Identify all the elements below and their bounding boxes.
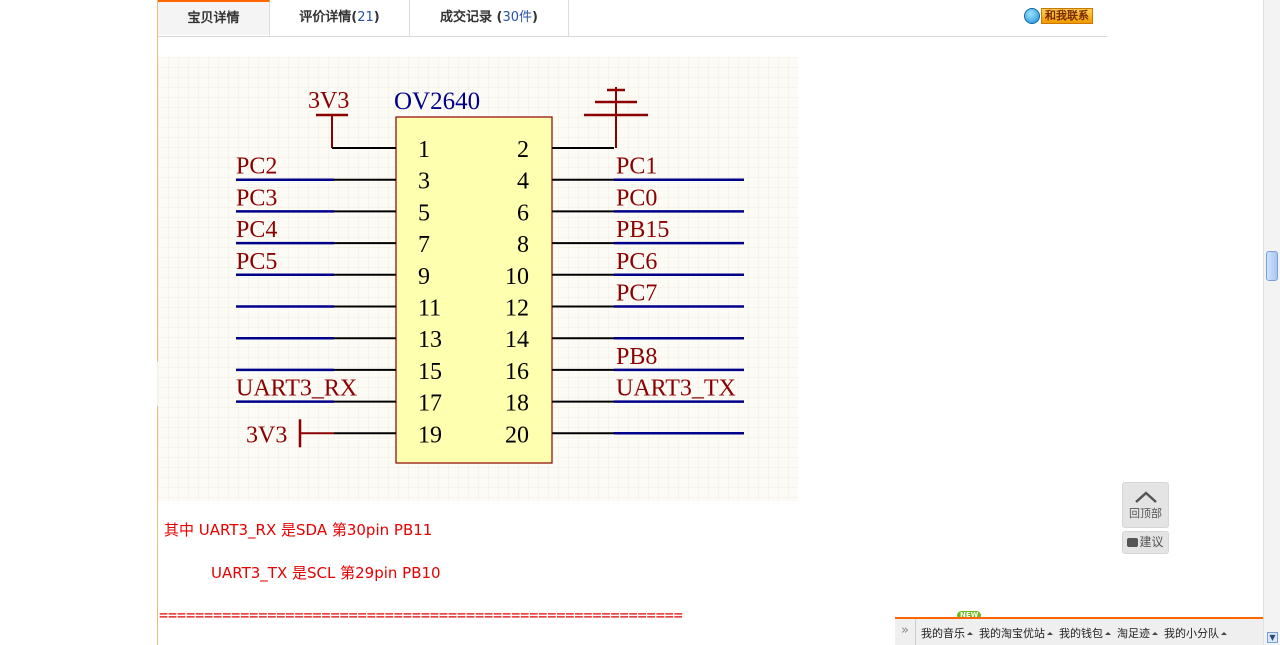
double-chevron-right-icon[interactable]: » [895, 619, 916, 645]
net-label-right: PC0 [616, 185, 657, 211]
tab-label: 宝贝详情 [187, 11, 240, 26]
toolbar-item[interactable]: 我的淘宝优站 [979, 625, 1053, 641]
pin-number: 10 [505, 264, 529, 290]
separator-line: ========================================… [159, 606, 683, 624]
net-label-left: PC4 [236, 217, 277, 243]
pin-number: 2 [517, 137, 529, 163]
net-label-left: PC3 [236, 185, 277, 211]
ov2640-schematic: OV26401 23 45 67 89 1011 1213 1415 1617 1819 20PC2… [158, 57, 798, 501]
tab-suffix: ) [373, 10, 380, 25]
net-label-left: UART3_RX [236, 376, 357, 402]
suggest-label: 建议 [1139, 535, 1164, 549]
chat-icon [1127, 538, 1139, 547]
pin-number: 13 [418, 327, 442, 353]
net-label-right: PC7 [616, 281, 657, 307]
tab-product-details[interactable]: 宝贝详情 [158, 0, 270, 36]
tab-transactions[interactable]: 成交记录 (30件) [410, 0, 569, 36]
pin-number: 9 [418, 264, 430, 290]
pin-number: 18 [505, 391, 529, 417]
pin-number: 1 [418, 137, 430, 163]
note-uart3-rx: 其中 UART3_RX 是SDA 第30pin PB11 [164, 521, 433, 539]
wangwang-icon [1024, 8, 1040, 24]
pin-number: 12 [505, 296, 529, 322]
scroll-down-arrow-icon[interactable]: ▼ [1267, 632, 1278, 643]
net-label-right: PB15 [616, 217, 669, 243]
pin-number: 4 [517, 169, 529, 195]
net-label-left: PC2 [236, 154, 277, 180]
tab-suffix: ) [532, 10, 538, 25]
toolbar-item[interactable]: 淘足迹 [1117, 625, 1158, 641]
back-to-top-label: 回顶部 [1129, 507, 1162, 520]
toolbar-items: 我的音乐 我的淘宝优站 我的钱包 淘足迹 我的小分队 [921, 625, 1227, 641]
note-uart3-tx: UART3_TX 是SCL 第29pin PB10 [211, 564, 441, 582]
pin-number: 3 [418, 169, 430, 195]
pin-number: 14 [505, 327, 529, 353]
net-label-right: PB8 [616, 344, 657, 370]
pin-number: 5 [418, 200, 430, 226]
toolbar-item[interactable]: 我的音乐 [921, 625, 973, 641]
net-label-right: PC6 [616, 249, 657, 275]
pin-number: 6 [517, 200, 529, 226]
taobao-bottom-toolbar: » 我的音乐 我的淘宝优站 我的钱包 淘足迹 我的小分队 [895, 617, 1263, 645]
tab-reviews[interactable]: 评价详情(21) [270, 0, 410, 36]
pin-number: 8 [517, 232, 529, 258]
tab-label: 成交记录 ( [440, 10, 503, 25]
back-to-top-button[interactable]: 回顶部 [1122, 482, 1169, 528]
power-label-3v3-top: 3V3 [308, 88, 349, 114]
pin-number: 15 [418, 359, 442, 385]
net-label-left: PC5 [236, 249, 277, 275]
contact-label: 和我联系 [1041, 8, 1093, 24]
pin-number: 20 [505, 422, 529, 448]
pin-number: 17 [418, 391, 442, 417]
detail-tab-bar: 宝贝详情 评价详情(21) 成交记录 (30件) 和我联系 [158, 0, 1107, 37]
pin-number: 7 [418, 232, 430, 258]
power-label-3v3-bottom: 3V3 [246, 422, 287, 448]
pin-number: 19 [418, 422, 442, 448]
toolbar-item[interactable]: 我的小分队 [1164, 625, 1227, 641]
review-count: 21 [357, 10, 374, 25]
tab-label: 评价详情( [299, 10, 358, 25]
pin-number: 11 [418, 296, 441, 322]
net-label-right: UART3_TX [616, 376, 736, 402]
chevron-up-icon [1134, 491, 1157, 503]
pin-number: 16 [505, 359, 529, 385]
net-label-right: PC1 [616, 154, 657, 180]
scrollbar-thumb[interactable] [1266, 251, 1278, 281]
toolbar-item[interactable]: 我的钱包 [1059, 625, 1111, 641]
transaction-count: 30件 [502, 10, 533, 25]
component-name: OV2640 [394, 88, 480, 115]
suggest-button[interactable]: 建议 [1122, 531, 1169, 554]
vertical-scrollbar[interactable]: ▼ [1263, 0, 1280, 645]
contact-seller-button[interactable]: 和我联系 [1024, 7, 1093, 25]
